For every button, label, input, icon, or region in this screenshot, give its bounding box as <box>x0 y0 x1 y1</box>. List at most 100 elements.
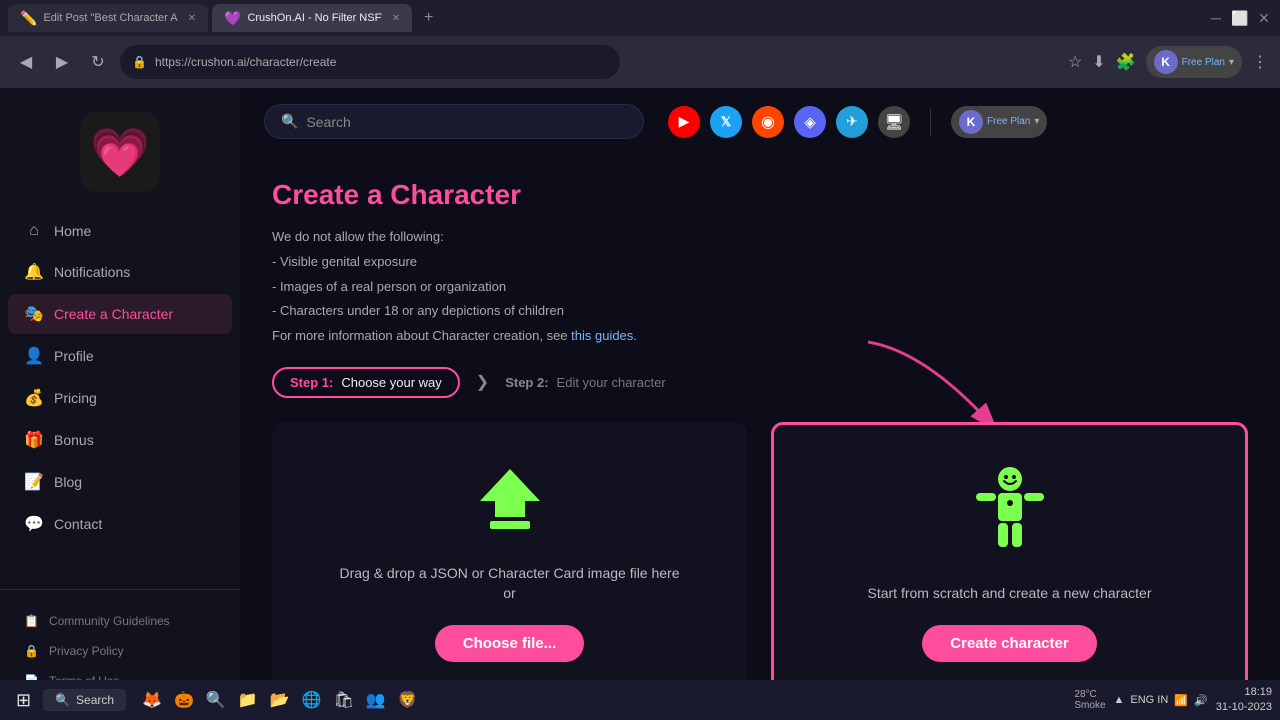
taskbar-right: 28°C Smoke ▲ ENG IN 📶 🔊 18:19 31-10-2023 <box>1074 685 1272 716</box>
social-icons: ▶ 𝕏 ◉ ◈ ✈ 🖥 <box>668 106 910 138</box>
pricing-icon: 💰 <box>24 388 44 408</box>
sidebar-label-blog: Blog <box>54 474 82 490</box>
community-icon: 📋 <box>24 614 39 628</box>
profile-icon: 👤 <box>24 346 44 366</box>
taskbar-search-bar[interactable]: 🔍 Search <box>43 689 126 711</box>
sidebar-item-home[interactable]: ⌂ Home <box>8 212 232 250</box>
scratch-card: Start from scratch and create a new char… <box>771 422 1248 705</box>
clock-display: 18:19 31-10-2023 <box>1216 685 1272 716</box>
sidebar-item-notifications[interactable]: 🔔 Notifications <box>8 252 232 292</box>
taskbar-emoji-icon[interactable]: 🎃 <box>170 686 198 714</box>
taskbar-search2-icon[interactable]: 🔍 <box>202 686 230 714</box>
guide-link[interactable]: this guides. <box>571 328 637 343</box>
taskbar: ⊞ 🔍 Search 🦊 🎃 🔍 📁 📂 🌐 🛍 👥 🦁 28°C Smoke … <box>0 680 1280 720</box>
sidebar-item-contact[interactable]: 💬 Contact <box>8 504 232 544</box>
wifi-icon: 📶 <box>1174 694 1188 707</box>
app-logo: 💗 <box>80 112 160 192</box>
back-button[interactable]: ◀ <box>12 48 40 76</box>
rule-1: - Visible genital exposure <box>272 252 1248 273</box>
choose-file-button[interactable]: Choose file... <box>435 625 584 662</box>
sidebar-item-blog[interactable]: 📝 Blog <box>8 462 232 502</box>
divider <box>930 108 931 136</box>
clock-time: 18:19 <box>1216 685 1272 700</box>
main-content: 🔍 Search ▶ 𝕏 ◉ ◈ ✈ 🖥 K Free Plan ▾ Creat… <box>240 88 1280 720</box>
title-bar: ✏️ Edit Post "Best Character AI NS... ✕ … <box>0 0 1280 36</box>
tab2-close[interactable]: ✕ <box>392 13 400 24</box>
sidebar-label-create-character: Create a Character <box>54 306 173 322</box>
chevron-down-icon: ▾ <box>1229 57 1234 68</box>
taskbar-teams-icon[interactable]: 👥 <box>362 686 390 714</box>
discord-icon[interactable]: ◈ <box>794 106 826 138</box>
tab2-label: CrushOn.AI - No Filter NSFW C... <box>247 12 381 24</box>
youtube-icon[interactable]: ▶ <box>668 106 700 138</box>
logo-area: 💗 <box>0 104 240 212</box>
app-layout: 💗 ⌂ Home 🔔 Notifications 🎭 Create a Char… <box>0 88 1280 720</box>
taskbar-store-icon[interactable]: 🛍 <box>330 686 358 714</box>
minimize-button[interactable]: ─ <box>1208 10 1224 26</box>
refresh-button[interactable]: ↻ <box>84 48 112 76</box>
weather-display: 28°C Smoke <box>1074 689 1105 711</box>
menu-icon[interactable]: ⋮ <box>1252 52 1268 72</box>
search-bar[interactable]: 🔍 Search <box>264 104 644 139</box>
nav-items: ⌂ Home 🔔 Notifications 🎭 Create a Charac… <box>0 212 240 546</box>
sidebar-item-bonus[interactable]: 🎁 Bonus <box>8 420 232 460</box>
sidebar-link-community[interactable]: 📋 Community Guidelines <box>8 606 232 636</box>
header-user-button[interactable]: K Free Plan ▾ <box>951 106 1047 138</box>
sidebar-link-privacy[interactable]: 🔒 Privacy Policy <box>8 636 232 666</box>
tab-1[interactable]: ✏️ Edit Post "Best Character AI NS... ✕ <box>8 4 208 32</box>
taskbar-search-label: Search <box>76 693 114 707</box>
sidebar-item-profile[interactable]: 👤 Profile <box>8 336 232 376</box>
page-title: Create a Character <box>272 179 1248 211</box>
rule-3: - Characters under 18 or any depictions … <box>272 301 1248 322</box>
forward-button[interactable]: ▶ <box>48 48 76 76</box>
taskbar-browser-icon[interactable]: 🦊 <box>138 686 166 714</box>
taskbar-explorer-icon[interactable]: 📂 <box>266 686 294 714</box>
home-icon: ⌂ <box>24 222 44 240</box>
tab1-close[interactable]: ✕ <box>188 13 196 24</box>
step2: Step 2: Edit your character <box>505 375 665 390</box>
header-chevron-icon: ▾ <box>1034 116 1039 127</box>
twitter-icon[interactable]: 𝕏 <box>710 106 742 138</box>
taskbar-files-icon[interactable]: 📁 <box>234 686 262 714</box>
header-user-avatar: K <box>959 110 983 134</box>
new-tab-button[interactable]: + <box>416 9 441 27</box>
user-menu-button[interactable]: K Free Plan ▾ <box>1146 46 1242 78</box>
page-body: Create a Character We do not allow the f… <box>240 155 1280 720</box>
show-hidden-icon[interactable]: ▲ <box>1114 694 1125 706</box>
top-bar: 🔍 Search ▶ 𝕏 ◉ ◈ ✈ 🖥 K Free Plan ▾ <box>240 88 1280 155</box>
reddit-icon[interactable]: ◉ <box>752 106 784 138</box>
address-bar[interactable]: 🔒 https://crushon.ai/character/create <box>120 45 620 79</box>
bookmark-icon[interactable]: ☆ <box>1068 52 1082 72</box>
sidebar-label-contact: Contact <box>54 516 102 532</box>
rules-description: We do not allow the following: <box>272 227 1248 248</box>
sidebar-item-pricing[interactable]: 💰 Pricing <box>8 378 232 418</box>
taskbar-edge-icon[interactable]: 🌐 <box>298 686 326 714</box>
step1-pill: Step 1: Choose your way <box>272 367 460 398</box>
sidebar-item-create-character[interactable]: 🎭 Create a Character <box>8 294 232 334</box>
weather-temp: 28°C <box>1074 689 1105 700</box>
upload-icon <box>470 465 550 545</box>
window-controls: ─ ⬜ ✕ <box>1208 10 1272 26</box>
tab-2[interactable]: 💜 CrushOn.AI - No Filter NSFW C... ✕ <box>212 4 412 32</box>
url-text: https://crushon.ai/character/create <box>155 55 336 69</box>
start-button[interactable]: ⊞ <box>8 690 39 711</box>
step1-text: Choose your way <box>341 375 441 390</box>
character-figure-icon <box>970 465 1050 565</box>
contact-icon: 💬 <box>24 514 44 534</box>
bonus-icon: 🎁 <box>24 430 44 450</box>
cards-row: Drag & drop a JSON or Character Card ima… <box>272 422 1248 705</box>
nav-bar: ◀ ▶ ↻ 🔒 https://crushon.ai/character/cre… <box>0 36 1280 88</box>
character-icon: 🎭 <box>24 304 44 324</box>
maximize-button[interactable]: ⬜ <box>1232 10 1248 26</box>
guide-text: For more information about Character cre… <box>272 326 1248 347</box>
taskbar-firefox-icon[interactable]: 🦁 <box>394 686 422 714</box>
create-character-button[interactable]: Create character <box>922 625 1096 662</box>
cards-wrapper: Drag & drop a JSON or Character Card ima… <box>272 422 1248 705</box>
sidebar-label-bonus: Bonus <box>54 432 94 448</box>
close-button[interactable]: ✕ <box>1256 10 1272 26</box>
telegram-icon[interactable]: ✈ <box>836 106 868 138</box>
extensions-icon[interactable]: 🧩 <box>1116 52 1136 72</box>
step-arrow-icon: ❯ <box>476 372 489 392</box>
download-icon[interactable]: ⬇ <box>1092 52 1105 72</box>
monitor-icon[interactable]: 🖥 <box>878 106 910 138</box>
